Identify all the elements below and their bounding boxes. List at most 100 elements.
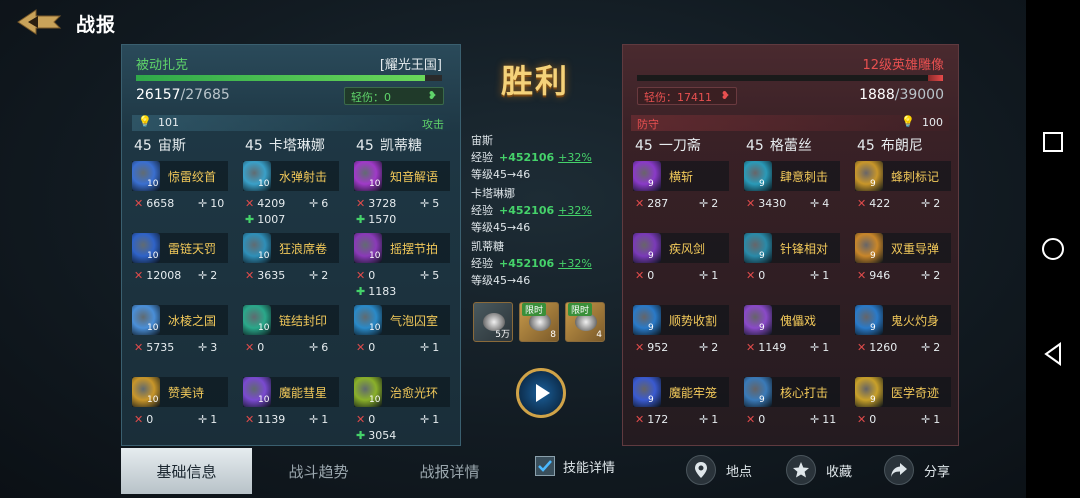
skill-card[interactable]: 10 摇摆节拍 ✕ 0 ✛ 5 ✚ 1183 (346, 233, 454, 303)
skill-row: 9 肆意刺击 (744, 161, 840, 191)
defender-power-row: 防守 💡 100 (631, 115, 949, 131)
location-pin-icon (686, 455, 716, 485)
hero-level: 45 (746, 138, 764, 154)
skill-card[interactable]: 9 疾风剑 ✕ 0 ✛ 1 (625, 233, 733, 303)
plus-icon: ✛ (309, 197, 319, 210)
hero-level: 45 (857, 138, 875, 154)
skill-detail-toggle[interactable]: 技能详情 (535, 456, 615, 476)
assist-value: 2 (933, 197, 941, 210)
assist-value: 5 (432, 197, 440, 210)
skill-icon: 10 (354, 161, 382, 191)
location-button[interactable]: 地点 (686, 454, 752, 486)
checkbox[interactable] (535, 456, 555, 476)
skill-card[interactable]: 9 傀儡戏 ✕ 1149 ✛ 1 (736, 305, 844, 375)
triangle-back-icon (1044, 342, 1061, 366)
skill-icon: 10 (243, 233, 271, 263)
skill-name: 摇摆节拍 (390, 242, 439, 256)
tab-battle-trend[interactable]: 战斗趋势 (253, 448, 384, 494)
assist-value: 6 (321, 341, 329, 354)
kill-stat: ✕ 5735 (134, 341, 174, 354)
skill-icon: 9 (633, 305, 661, 335)
hero-name: 凯蒂糖 (379, 138, 422, 154)
reward-item[interactable]: 限时 4 (565, 302, 605, 342)
skill-card[interactable]: 10 气泡囚室 ✕ 0 ✛ 1 (346, 305, 454, 375)
skill-card[interactable]: 9 肆意刺击 ✕ 3430 ✛ 4 (736, 161, 844, 231)
share-button[interactable]: 分享 (884, 454, 950, 486)
assist-value: 4 (822, 197, 830, 210)
skill-level: 10 (369, 251, 381, 261)
assist-value: 2 (711, 341, 719, 354)
kill-value: 0 (758, 413, 766, 426)
assist-value: 1 (711, 269, 719, 282)
kill-stat: ✕ 4209 (245, 197, 285, 210)
kill-stat: ✕ 3635 (245, 269, 285, 282)
skill-name: 惊雷绞首 (168, 170, 217, 184)
cross-icon: ✕ (134, 269, 144, 282)
hero-name: 布朗尼 (880, 138, 923, 154)
skill-icon: 9 (855, 377, 883, 407)
defender-hp-bar (637, 75, 943, 81)
plus-icon: ✛ (810, 341, 820, 354)
assist-value: 1 (432, 413, 440, 426)
back-button[interactable] (14, 6, 64, 38)
skill-card[interactable]: 10 魔能彗星 ✕ 1139 ✛ 1 (235, 377, 343, 447)
skill-card[interactable]: 10 惊雷绞首 ✕ 6658 ✛ 10 (124, 161, 232, 231)
plus-icon: ✛ (198, 197, 208, 210)
cross-icon: ✕ (356, 413, 366, 426)
skill-card[interactable]: 9 鬼火灼身 ✕ 1260 ✛ 2 (847, 305, 955, 375)
location-label: 地点 (726, 464, 753, 480)
skill-card[interactable]: 10 雷链天罚 ✕ 12008 ✛ 2 (124, 233, 232, 303)
skill-card[interactable]: 9 医学奇迹 ✕ 0 ✛ 1 (847, 377, 955, 447)
exp-percent: +32% (558, 257, 592, 270)
skill-card[interactable]: 10 水弹射击 ✕ 4209 ✛ 6 ✚ 1007 (235, 161, 343, 231)
skill-card[interactable]: 10 链结封印 ✕ 0 ✛ 6 (235, 305, 343, 375)
skill-card[interactable]: 9 魔能牢笼 ✕ 172 ✛ 1 (625, 377, 733, 447)
system-back-button[interactable] (1026, 324, 1080, 384)
skill-row: 10 治愈光环 (354, 377, 450, 407)
skill-level: 9 (648, 179, 654, 189)
skill-row: 9 魔能牢笼 (633, 377, 729, 407)
assist-value: 3 (210, 341, 218, 354)
favorite-button[interactable]: 收藏 (786, 454, 852, 486)
skill-icon: 10 (243, 161, 271, 191)
cross-icon: ✕ (356, 341, 366, 354)
star-icon (786, 455, 816, 485)
plus-icon: ✛ (921, 341, 931, 354)
skill-card[interactable]: 9 核心打击 ✕ 0 ✛ 11 (736, 377, 844, 447)
assist-stat: ✛ 10 (198, 197, 224, 210)
exp-hero-name: 凯蒂糖 (471, 240, 504, 253)
skill-card[interactable]: 9 双重导弹 ✕ 946 ✛ 2 (847, 233, 955, 303)
back-arrow-icon (17, 9, 62, 35)
skill-card[interactable]: 10 知音解语 ✕ 3728 ✛ 5 ✚ 1570 (346, 161, 454, 231)
skill-icon: 9 (744, 161, 772, 191)
skill-card[interactable]: 10 狂浪席卷 ✕ 3635 ✛ 2 (235, 233, 343, 303)
tab-basic-info[interactable]: 基础信息 (121, 448, 252, 494)
skill-card[interactable]: 9 横斩 ✕ 287 ✛ 2 (625, 161, 733, 231)
victory-title: 胜利 (501, 62, 570, 100)
reward-item[interactable]: 5万 (473, 302, 513, 342)
skill-card[interactable]: 9 顺势收割 ✕ 952 ✛ 2 (625, 305, 733, 375)
tab-report-detail[interactable]: 战报详情 (384, 448, 515, 494)
kill-value: 952 (647, 341, 669, 354)
skill-icon: 9 (855, 161, 883, 191)
reward-item[interactable]: 限时 8 (519, 302, 559, 342)
replay-button[interactable] (516, 368, 566, 418)
home-button[interactable] (1026, 219, 1080, 279)
heal-plus-icon: ✚ (356, 429, 366, 442)
skill-card[interactable]: 10 赞美诗 ✕ 0 ✛ 1 (124, 377, 232, 447)
skill-row: 10 气泡囚室 (354, 305, 450, 335)
plus-icon: ✛ (699, 413, 709, 426)
skill-name: 狂浪席卷 (279, 242, 328, 256)
attacker-panel: 被动扎克 [耀光王国] 26157/27685 轻伤：0 ❥ 💡 101 攻击 … (121, 44, 461, 446)
skill-name: 鬼火灼身 (891, 314, 940, 328)
skill-card[interactable]: 9 蜂刺标记 ✕ 422 ✛ 2 (847, 161, 955, 231)
skill-card[interactable]: 9 针锋相对 ✕ 0 ✛ 1 (736, 233, 844, 303)
plus-icon: ✛ (420, 341, 430, 354)
skill-icon: 10 (132, 161, 160, 191)
bottom-bar: 基础信息 战斗趋势 战报详情 技能详情 地点 收藏 分享 (0, 446, 1026, 498)
heal-stat: ✚ 1007 (245, 213, 285, 226)
skill-card[interactable]: 10 治愈光环 ✕ 0 ✛ 1 ✚ 3054 (346, 377, 454, 447)
skill-card[interactable]: 10 冰棱之国 ✕ 5735 ✛ 3 (124, 305, 232, 375)
recents-button[interactable] (1026, 112, 1080, 172)
plus-icon: ✛ (420, 197, 430, 210)
